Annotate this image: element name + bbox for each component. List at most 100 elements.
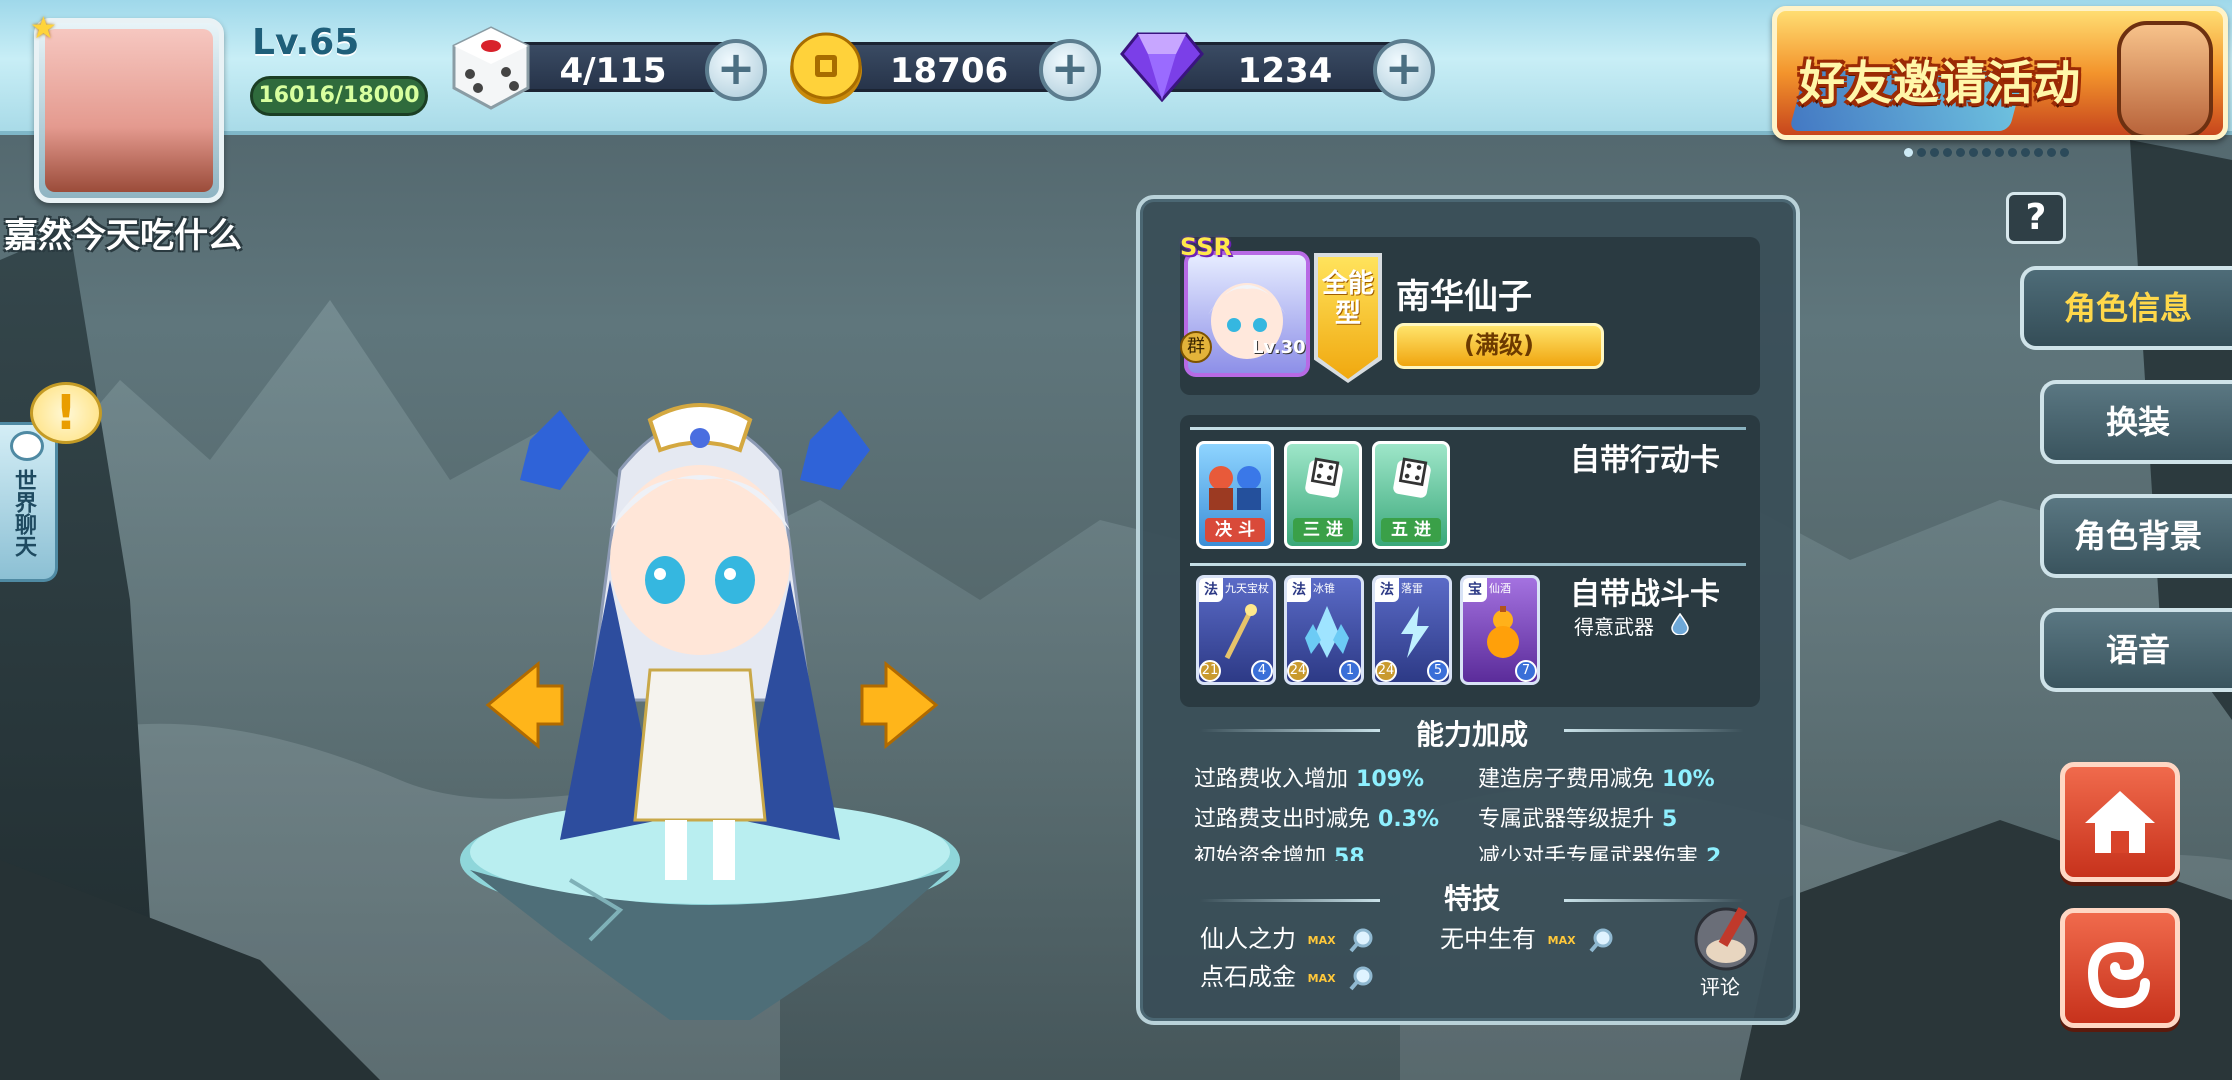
add-diamond-button[interactable]: +	[1373, 39, 1435, 101]
battle-card-type: 法	[1287, 578, 1311, 602]
ability-label: 专属武器等级提升	[1478, 807, 1655, 832]
dice-icon	[1392, 459, 1432, 499]
hero-name: 南华仙子	[1396, 277, 1532, 317]
ability-label: 过路费收入增加	[1194, 767, 1349, 792]
player-avatar[interactable]	[34, 18, 224, 203]
rarity-badge: SSR	[1180, 233, 1232, 261]
previous-character-arrow-icon[interactable]	[484, 660, 564, 750]
action-card-five[interactable]: 五 进	[1372, 441, 1450, 549]
ability-value: 109%	[1356, 767, 1424, 792]
pager-dot	[1982, 148, 1991, 157]
avatar-portrait	[45, 29, 213, 192]
pager-dot	[1930, 148, 1939, 157]
skill-item[interactable]: 无中生有 MAX	[1440, 919, 1615, 954]
hero-max-level-badge: (满级)	[1394, 323, 1604, 369]
skill-max-badge: MAX	[1307, 971, 1336, 985]
pager-dot	[2021, 148, 2030, 157]
background-scenery	[0, 0, 2232, 1080]
skill-label: 无中生有	[1440, 925, 1536, 953]
battle-cards-title: 自带战斗卡	[1570, 577, 1720, 612]
ability-label: 初始资金增加	[1194, 845, 1327, 861]
action-card-three[interactable]: 三 进	[1284, 441, 1362, 549]
world-chat-button[interactable]: 世界聊天	[0, 422, 58, 582]
banner-pager	[1904, 148, 2069, 157]
tab-outfit[interactable]: 换装	[2040, 380, 2232, 464]
battle-card-cost-right: 4	[1251, 660, 1273, 682]
gold-count: 18706	[889, 51, 1009, 91]
pager-dot	[2034, 148, 2043, 157]
battle-card[interactable]: 法 落雷 24 5	[1372, 575, 1452, 685]
battle-card-cost-right: 7	[1515, 660, 1537, 682]
next-character-arrow-icon[interactable]	[860, 660, 940, 750]
pager-dot	[2008, 148, 2017, 157]
battle-card[interactable]: 法 九天宝杖 21 4	[1196, 575, 1276, 685]
battle-cards-subtitle: 得意武器	[1574, 615, 1654, 639]
hero-type-tag: 全能型	[1318, 257, 1378, 379]
skill-item[interactable]: 点石成金 MAX	[1200, 957, 1375, 992]
back-swirl-icon	[2087, 941, 2150, 1009]
ability-value: 5	[1662, 807, 1678, 832]
action-card-label: 三 进	[1293, 518, 1353, 542]
star-icon: ★	[30, 11, 57, 46]
hero-header: SSR 群 Lv.30 全能型 南华仙子 (满级)	[1180, 233, 1760, 395]
tab-voice[interactable]: 语音	[2040, 608, 2232, 692]
alert-icon[interactable]: !	[30, 382, 102, 444]
ice-crystal-icon	[1305, 606, 1349, 658]
dice-icon	[452, 26, 530, 110]
battle-card-type: 法	[1199, 578, 1223, 602]
battle-card-cost-left: 21	[1199, 660, 1221, 682]
drop-info-icon[interactable]	[1670, 613, 1690, 635]
ability-label: 过路费支出时减免	[1194, 807, 1371, 832]
magnifier-icon[interactable]	[1349, 927, 1375, 953]
magnifier-icon[interactable]	[1349, 965, 1375, 991]
ability-scroll-area[interactable]: 初始资金增加 58 减少对手专属武器伤害 2	[1180, 839, 1760, 861]
skill-max-badge: MAX	[1307, 933, 1336, 947]
ability-row: 专属武器等级提升 5	[1478, 801, 1677, 833]
friend-invite-banner[interactable]: 好友邀请活动	[1772, 6, 2228, 140]
dice-icon	[1304, 459, 1344, 499]
action-cards-title: 自带行动卡	[1570, 443, 1720, 478]
hero-level: Lv.30	[1252, 337, 1306, 358]
battle-card-type: 法	[1375, 578, 1399, 602]
ability-label: 建造房子费用减免	[1478, 767, 1655, 792]
skill-label: 点石成金	[1200, 963, 1296, 991]
home-button[interactable]	[2060, 762, 2180, 882]
character-model	[520, 403, 870, 880]
back-button[interactable]	[2060, 908, 2180, 1028]
home-icon	[2085, 791, 2155, 853]
lightning-icon	[1401, 606, 1429, 658]
ability-row: 减少对手专属武器伤害 2	[1478, 839, 1721, 861]
add-dice-button[interactable]: +	[705, 39, 767, 101]
ability-row: 过路费支出时减免 0.3%	[1194, 801, 1439, 833]
magnifier-icon[interactable]	[1589, 927, 1615, 953]
duel-icon	[1209, 466, 1261, 510]
battle-card[interactable]: 法 冰锥 24 1	[1284, 575, 1364, 685]
cards-section: 自带行动卡 决 斗 三 进 五 进 自带战斗卡 得意武器 法 九天宝杖 21	[1180, 415, 1760, 707]
pager-dot	[1943, 148, 1952, 157]
add-gold-button[interactable]: +	[1039, 39, 1101, 101]
battle-card-name: 九天宝杖	[1225, 582, 1269, 595]
action-card-duel[interactable]: 决 斗	[1196, 441, 1274, 549]
player-level: Lv.65	[252, 22, 360, 63]
invite-banner-title: 好友邀请活动	[1799, 56, 2081, 110]
ability-value: 58	[1334, 845, 1365, 861]
tab-character-info[interactable]: 角色信息	[2020, 266, 2232, 350]
diamond-count: 1234	[1237, 51, 1333, 91]
staff-icon	[1224, 604, 1257, 660]
ability-row: 初始资金增加 58	[1194, 839, 1365, 861]
mountain-landscape	[0, 140, 2232, 1080]
comment-button-icon[interactable]	[1688, 901, 1764, 981]
battle-card-cost-left: 24	[1375, 660, 1397, 682]
ability-value: 0.3%	[1378, 807, 1440, 832]
battle-card-cost-left: 24	[1287, 660, 1309, 682]
pager-dot	[1969, 148, 1978, 157]
tab-background[interactable]: 角色背景	[2040, 494, 2232, 578]
pager-dot	[2047, 148, 2056, 157]
character-info-panel: SSR 群 Lv.30 全能型 南华仙子 (满级) 自带行动卡 决 斗 三 进 …	[1136, 195, 1800, 1025]
skill-label: 仙人之力	[1200, 925, 1296, 953]
battle-card-cost-right: 1	[1339, 660, 1361, 682]
world-chat-label: 世界聊天	[11, 469, 36, 557]
skill-item[interactable]: 仙人之力 MAX	[1200, 919, 1375, 954]
battle-card[interactable]: 宝 仙酒 7	[1460, 575, 1540, 685]
help-button[interactable]: ?	[2006, 192, 2066, 244]
